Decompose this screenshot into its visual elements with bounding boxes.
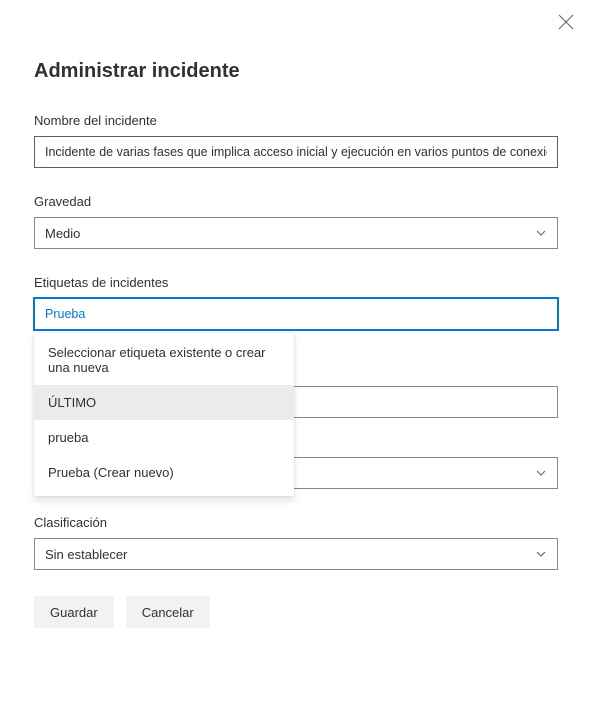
classification-value: Sin establecer	[45, 547, 127, 562]
classification-label: Clasificación	[34, 515, 558, 530]
incident-name-label: Nombre del incidente	[34, 113, 558, 128]
tags-label: Etiquetas de incidentes	[34, 275, 558, 290]
severity-label: Gravedad	[34, 194, 558, 209]
save-button[interactable]: Guardar	[34, 596, 114, 628]
severity-value: Medio	[45, 226, 80, 241]
tags-input[interactable]	[34, 298, 558, 330]
chevron-down-icon	[535, 467, 547, 479]
severity-select[interactable]: Medio	[34, 217, 558, 249]
tags-dropdown-header: Seleccionar etiqueta existente o crear u…	[34, 333, 294, 385]
incident-name-input[interactable]	[34, 136, 558, 168]
tags-option[interactable]: ÚLTIMO	[34, 385, 294, 420]
close-button[interactable]	[558, 14, 574, 30]
close-icon	[558, 14, 574, 30]
classification-select[interactable]: Sin establecer	[34, 538, 558, 570]
tags-dropdown: Seleccionar etiqueta existente o crear u…	[34, 333, 294, 496]
cancel-button[interactable]: Cancelar	[126, 596, 210, 628]
chevron-down-icon	[535, 227, 547, 239]
tags-option[interactable]: Prueba (Crear nuevo)	[34, 455, 294, 490]
chevron-down-icon	[535, 548, 547, 560]
dialog-title: Administrar incidente	[34, 60, 558, 83]
tags-option[interactable]: prueba	[34, 420, 294, 455]
